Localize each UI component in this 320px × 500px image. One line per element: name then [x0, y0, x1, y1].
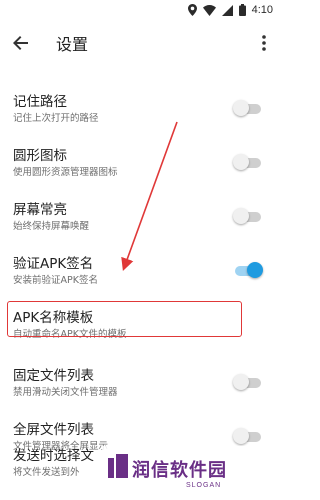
setting-title: 验证APK签名 [13, 256, 94, 272]
watermark-slogan: SLOGAN [186, 482, 222, 489]
back-button[interactable] [10, 32, 32, 54]
setting-subtitle: 记住上次打开的路径 [13, 113, 99, 124]
setting-subtitle: 安装前验证APK签名 [13, 275, 98, 286]
setting-title: 屏幕常亮 [13, 202, 67, 218]
setting-pin-file-list[interactable]: 固定文件列表 禁用滑动关闭文件管理器 [0, 356, 281, 406]
setting-subtitle: 禁用滑动关闭文件管理器 [13, 387, 118, 398]
setting-title: 发送时选择文 [13, 448, 94, 464]
pin-file-list-toggle[interactable] [233, 374, 263, 390]
setting-remember-path[interactable]: 记住路径 记住上次打开的路径 [0, 82, 281, 132]
setting-title: 圆形图标 [13, 148, 67, 164]
verify-apk-signature-toggle[interactable] [233, 262, 263, 278]
setting-title: 全屏文件列表 [13, 422, 94, 438]
circular-icon-toggle[interactable] [233, 154, 263, 170]
highlight-box [7, 301, 242, 337]
setting-subtitle: 将文件发送到外 [13, 467, 80, 478]
status-bar: 4:10 [0, 0, 281, 20]
signal-icon [221, 1, 233, 20]
watermark: 润信软件园 SLOGAN [102, 446, 281, 500]
more-vert-icon [255, 35, 273, 58]
setting-verify-apk-signature[interactable]: 验证APK签名 安装前验证APK签名 [0, 244, 281, 294]
remember-path-toggle[interactable] [233, 100, 263, 116]
setting-subtitle: 使用圆形资源管理器图标 [13, 167, 118, 178]
watermark-logo-icon [108, 454, 128, 482]
status-icons: 4:10 [187, 1, 273, 20]
wifi-icon [202, 1, 216, 20]
status-time: 4:10 [251, 4, 273, 16]
setting-subtitle: 始终保持屏幕唤醒 [13, 221, 90, 232]
watermark-text: 润信软件园 [132, 460, 227, 481]
arrow-left-icon [10, 36, 32, 58]
setting-title: 固定文件列表 [13, 368, 94, 384]
setting-keep-screen-on[interactable]: 屏幕常亮 始终保持屏幕唤醒 [0, 190, 281, 240]
battery-icon [238, 1, 246, 20]
app-bar: 设置 [0, 20, 281, 64]
location-icon [187, 1, 197, 20]
more-options-button[interactable] [255, 32, 273, 54]
setting-circular-icon[interactable]: 圆形图标 使用圆形资源管理器图标 [0, 136, 281, 186]
keep-screen-on-toggle[interactable] [233, 208, 263, 224]
page-title: 设置 [56, 35, 89, 54]
setting-title: 记住路径 [13, 94, 67, 110]
